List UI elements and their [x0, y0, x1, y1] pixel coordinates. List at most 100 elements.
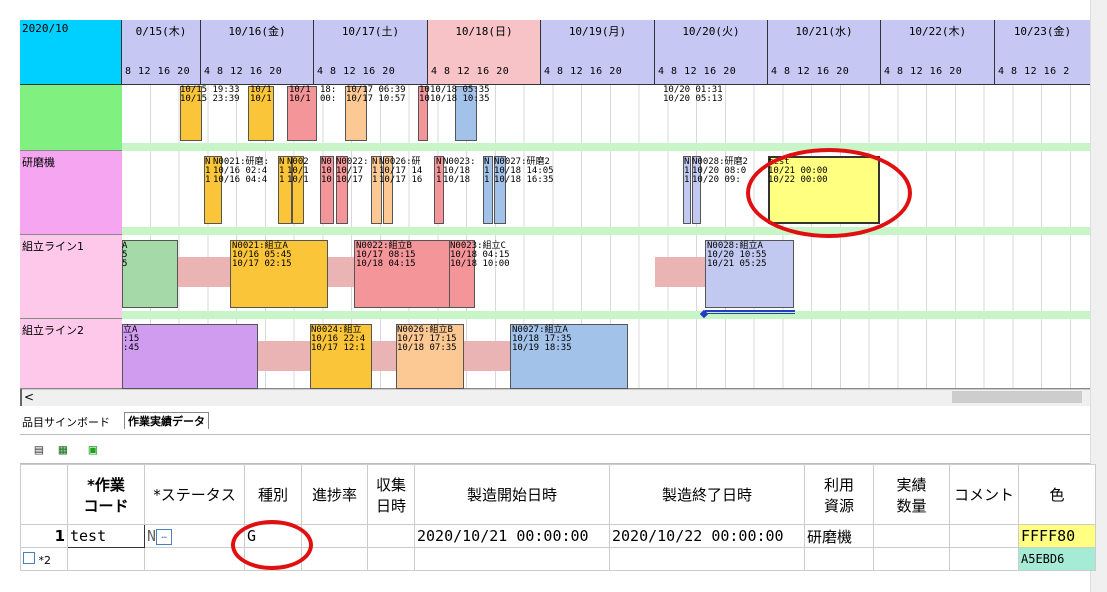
bar-text: N0027:研磨2 10/18 14:05 10/18 16:35 [494, 157, 554, 185]
row-label: 組立ライン2 [20, 319, 122, 389]
day-header: 10/19(月) 4 8 12 16 20 [541, 20, 655, 85]
bar-text: N002 10/1 10/1 [287, 157, 309, 185]
ellipsis-button[interactable]: … [156, 528, 173, 545]
annotation-circle [746, 148, 912, 238]
cell-qty[interactable] [873, 547, 950, 571]
bar-text: N 1 1 [372, 157, 378, 185]
row-number: *2 [20, 547, 68, 571]
gap-band [178, 257, 230, 287]
scroll-left-arrow[interactable]: < [24, 390, 34, 404]
cell-comment[interactable] [949, 547, 1019, 571]
cell-resource[interactable]: 研磨機 [804, 524, 874, 548]
bar-text: N0022: 10/17 10/17 [336, 157, 369, 185]
cell-color[interactable]: A5EBD6 [1018, 547, 1096, 571]
day-header: 10/18(日) 4 8 12 16 20 [428, 20, 541, 85]
bar-text: A 5 5 [122, 241, 128, 269]
cell-qty[interactable] [873, 524, 950, 548]
day-header: 10/23(金) 4 8 12 16 2 [995, 20, 1090, 85]
day-header: 10/16(金) 4 8 12 16 20 [201, 20, 314, 85]
header-rownum [20, 464, 68, 525]
bar-text: N0027:組立A 10/18 17:35 10/19 18:35 [512, 325, 572, 353]
list-edit-icon[interactable]: ▤ [30, 441, 48, 459]
cell-start[interactable] [414, 547, 610, 571]
header-type[interactable]: 種別 [244, 464, 302, 525]
cell-status[interactable] [144, 547, 245, 571]
day-header: 10/21(水) 4 8 12 16 20 [768, 20, 881, 85]
cell-collect[interactable] [367, 524, 415, 548]
tab-work-results[interactable]: 作業実績データ [124, 412, 209, 429]
bar-text: 10 10 [419, 85, 430, 104]
cell-resource[interactable] [804, 547, 874, 571]
horizontal-scroll-thumb[interactable] [952, 391, 1082, 403]
bar-text: N0028:組立A 10/20 10:55 10/21 05:25 [707, 241, 767, 269]
header-start[interactable]: 製造開始日時 [414, 464, 610, 525]
annotation-circle [231, 520, 313, 570]
header-color[interactable]: 色 [1018, 464, 1096, 525]
link-line [705, 310, 795, 314]
gantt-bar[interactable] [122, 324, 258, 389]
bar-text: 10/1 10/1 [289, 85, 311, 104]
bar-text: N0024:組立 10/16 22:4 10/17 12:1 [311, 325, 366, 353]
bar-text: N0021:研磨: 10/16 02:4 10/16 04:4 [213, 157, 269, 185]
gap-band [655, 257, 705, 287]
header-qty[interactable]: 実績 数量 [873, 464, 950, 525]
year-month: 2020/10 [22, 22, 69, 35]
bar-text: 10/1 10/1 [250, 85, 272, 104]
bar-text: N0021:組立A 10/16 05:45 10/17 02:15 [232, 241, 292, 269]
cell-code[interactable]: test [67, 524, 145, 548]
day-header: 10/17(土) 4 8 12 16 20 [314, 20, 428, 85]
cell-start[interactable]: 2020/10/21 00:00:00 [414, 524, 610, 548]
gantt-bar[interactable] [122, 240, 178, 308]
export-icon[interactable]: ▣ [84, 441, 102, 459]
cell-comment[interactable] [949, 524, 1019, 548]
bar-text: N 1 1 [279, 157, 285, 185]
gap-band [372, 341, 396, 371]
cell-collect[interactable] [367, 547, 415, 571]
header-end[interactable]: 製造終了日時 [609, 464, 805, 525]
cell-code[interactable] [67, 547, 145, 571]
cell-status[interactable]: N… [144, 524, 245, 548]
cell-end[interactable] [609, 547, 805, 571]
bar-text: N0026:研 10/17 14 10/17 16 [379, 157, 423, 185]
bar-text: 10/18 05:35 10/18 10:35 [430, 85, 490, 104]
bar-text: 18: 00: [320, 85, 337, 104]
bar-text: N0028:研磨2 10/20 08:0 10/20 09: [692, 157, 748, 185]
gantt-corner: 2020/10 [20, 20, 122, 85]
table-row[interactable]: *2 A5EBD6 [20, 547, 1096, 571]
list-add-icon[interactable]: ▦ [54, 441, 72, 459]
bar-text: N 1 1 [684, 157, 690, 185]
row-label: 組立ライン1 [20, 235, 122, 319]
bar-text: N 1 1 [484, 157, 490, 185]
splitter[interactable] [20, 389, 22, 406]
toolbar: ▤ ▦ ▣ [20, 434, 1090, 464]
day-header: 10/22(木) 4 8 12 16 20 [881, 20, 995, 85]
bar-text: N 1 1 [205, 157, 211, 185]
cell-end[interactable]: 2020/10/22 00:00:00 [609, 524, 805, 548]
bar-text: N0022:組立B 10/17 08:15 10/18 04:15 [356, 241, 416, 269]
header-comment[interactable]: コメント [949, 464, 1019, 525]
row-band [122, 143, 1090, 151]
row-label: 研磨機 [20, 151, 122, 235]
horizontal-scrollbar[interactable]: < [20, 389, 1090, 406]
gap-band [258, 341, 310, 371]
bar-text: 10/20 01:31 10/20 05:13 [663, 85, 723, 104]
day-header: 0/15(木) 8 12 16 20 [122, 20, 201, 85]
row-band [122, 311, 1090, 319]
table-row[interactable]: 1 test N… G 2020/10/21 00:00:00 2020/10/… [20, 524, 1096, 548]
bar-text: 立A :15 :45 [123, 325, 140, 353]
cell-color[interactable]: FFFF80 [1018, 524, 1096, 548]
bar-text: 10/17 06:39 10/17 10:57 [346, 85, 406, 104]
header-status[interactable]: *ステータス [144, 464, 245, 525]
tab-item-board[interactable]: 品目サインボード [22, 414, 110, 430]
bar-text: N 1 1 [436, 157, 442, 185]
header-code[interactable]: *作業 コード [67, 464, 145, 525]
row-band [122, 227, 1090, 235]
header-progress[interactable]: 進捗率 [301, 464, 368, 525]
bar-text: N0 10 10 [321, 157, 332, 185]
gap-band [328, 257, 354, 287]
day-header: 10/20(火) 4 8 12 16 20 [655, 20, 768, 85]
header-collect[interactable]: 収集 日時 [367, 464, 415, 525]
bar-text: N0026:組立B 10/17 17:15 10/18 07:35 [397, 325, 457, 353]
header-resource[interactable]: 利用 資源 [804, 464, 874, 525]
bar-text: 10/15 19:33 10/15 23:39 [180, 85, 240, 104]
